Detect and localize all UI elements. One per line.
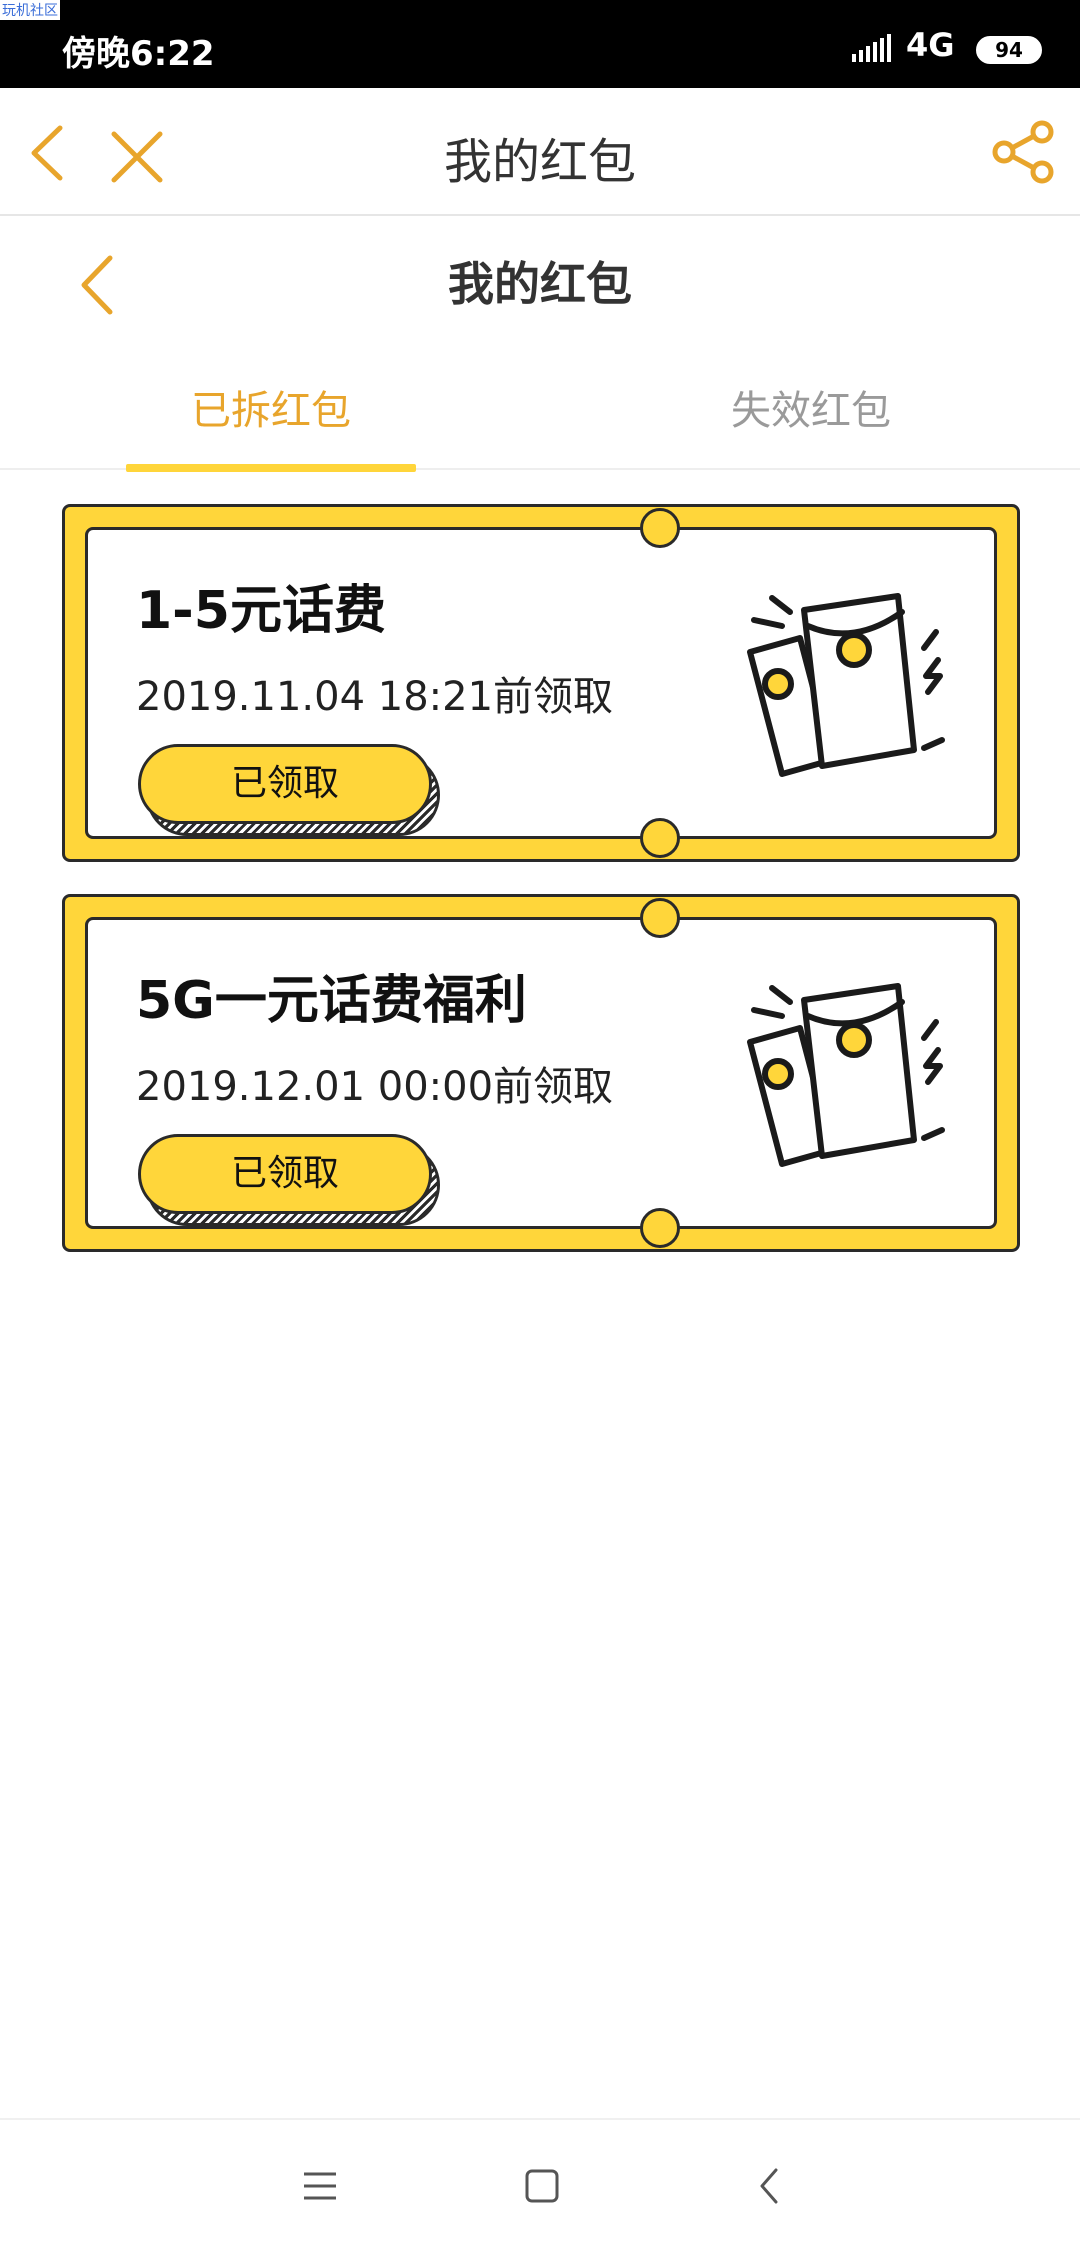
sub-header-title: 我的红包 (448, 257, 632, 311)
battery-level: 94 (976, 36, 1042, 64)
status-bar: 傍晚6:22 4G 94 (0, 0, 1080, 88)
tab-opened[interactable]: 已拆红包 (126, 378, 416, 436)
red-envelope-icon (747, 983, 945, 1167)
coupon-notch (640, 818, 680, 858)
tab-expired[interactable]: 失效红包 (666, 378, 956, 436)
tab-active-indicator (126, 464, 416, 472)
network-type: 4G (906, 26, 955, 64)
coupon-deadline: 2019.11.04 18:21前领取 (136, 674, 614, 720)
sub-header: 我的红包 (0, 216, 1080, 336)
coupon-body: 1-5元话费 2019.11.04 18:21前领取 已领取 (85, 508, 997, 858)
claimed-button[interactable]: 已领取 (138, 744, 440, 836)
coupon-notch (640, 508, 680, 548)
claimed-button[interactable]: 已领取 (138, 1134, 440, 1226)
home-icon[interactable] (514, 2158, 570, 2214)
watermark: 玩机社区 (0, 0, 60, 20)
top-bar: 我的红包 (0, 88, 1080, 216)
share-icon[interactable] (990, 118, 1058, 186)
system-back-icon[interactable] (742, 2158, 798, 2214)
system-nav-bar (0, 2118, 1080, 2248)
coupon-deadline: 2019.12.01 00:00前领取 (136, 1064, 614, 1110)
coupon-card: 1-5元话费 2019.11.04 18:21前领取 已领取 (62, 504, 1020, 862)
claimed-button-label: 已领取 (138, 1134, 432, 1214)
coupon-card: 5G一元话费福利 2019.12.01 00:00前领取 已领取 (62, 894, 1020, 1252)
red-envelope-icon (747, 593, 945, 777)
signal-icon (852, 34, 891, 62)
claimed-button-label: 已领取 (138, 744, 432, 824)
coupon-body: 5G一元话费福利 2019.12.01 00:00前领取 已领取 (85, 898, 997, 1248)
menu-icon[interactable] (292, 2158, 348, 2214)
page-title: 我的红包 (443, 134, 636, 190)
coupon-notch (640, 898, 680, 938)
tab-bar: 已拆红包 失效红包 (0, 336, 1080, 472)
coupon-title: 5G一元话费福利 (136, 971, 527, 1031)
coupon-title: 1-5元话费 (136, 581, 386, 641)
coupon-notch (640, 1208, 680, 1248)
status-time: 傍晚6:22 (62, 34, 215, 74)
